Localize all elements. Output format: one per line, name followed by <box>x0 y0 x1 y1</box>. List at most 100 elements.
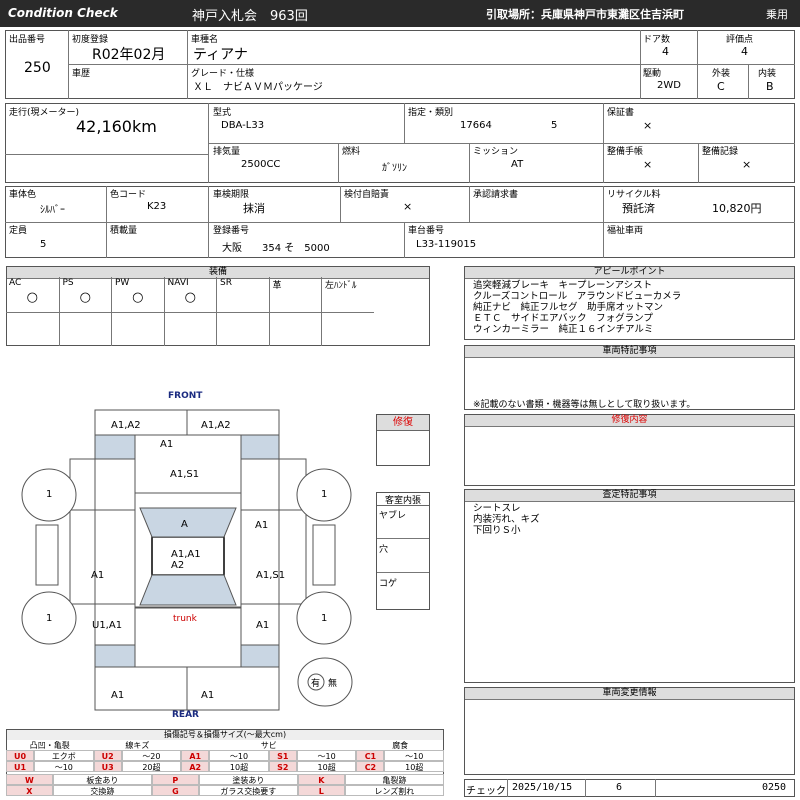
equipment-col: NAVI ○ <box>163 277 216 346</box>
lot-value: 250 <box>24 60 51 76</box>
category-label: 乗用 <box>766 8 788 21</box>
check-date: 2025/10/15 <box>512 782 573 793</box>
mark-front-right: A1,A2 <box>201 420 231 431</box>
legend-code: U2 <box>93 750 122 761</box>
pickup-location: 引取場所：兵庫県神戸市東灘区住吉浜町 <box>486 8 684 21</box>
history-label: 車歴 <box>72 69 91 79</box>
mark-right-rear-door: A1,S1 <box>256 570 286 581</box>
legend-desc: 10超 <box>209 761 269 772</box>
assessment-box: 査定特記事項 シートスレ 内装汚れ、キズ 下回りＳ小 <box>464 489 795 683</box>
tire-front-left: 1 <box>46 489 53 500</box>
colorcode-label: 色コード <box>110 190 147 200</box>
mark-rear-right: A1 <box>201 690 215 701</box>
mark-roof2: A2 <box>171 560 185 571</box>
drive-value: 2WD <box>657 80 681 91</box>
capacity-value: 5 <box>40 239 47 250</box>
mark-hood: A1,S1 <box>170 469 200 480</box>
exterior-value: C <box>717 80 725 93</box>
score-value: 4 <box>741 45 748 58</box>
header-bar: Condition Check 神戸入札会 963回 引取場所：兵庫県神戸市東灘… <box>0 0 800 27</box>
legend-desc: 〜10 <box>34 761 94 772</box>
legend-code: C2 <box>356 761 385 772</box>
tire-rear-left: 1 <box>46 613 53 624</box>
legend-code: A2 <box>181 761 210 772</box>
legend-desc: 〜10 <box>384 750 444 761</box>
color-label: 車体色 <box>9 190 37 200</box>
exterior-label: 外装 <box>712 69 731 79</box>
mark-right-front-door: A1 <box>255 520 269 531</box>
repair-marker-box: 修復 <box>376 414 430 466</box>
legend-desc: 交換跡 <box>52 785 152 796</box>
repair-content-title: 修復内容 <box>465 415 794 427</box>
equipment-col: 左ﾊﾝﾄﾞﾙ <box>321 277 374 346</box>
model-value: ティアナ <box>193 47 248 63</box>
equipment-header: PW <box>115 278 130 288</box>
mileage-label: 走行(現メーター) <box>9 108 80 118</box>
mark-right-quarter: A1 <box>256 620 270 631</box>
tire-rear-right: 1 <box>321 613 328 624</box>
appeal-line: 純正ナビ 純正フルセグ 助手席オットマン <box>473 302 664 313</box>
displacement-value: 2500CC <box>241 159 281 170</box>
warranty-value: × <box>643 119 653 132</box>
legend-desc: 〜10 <box>209 750 269 761</box>
appeal-line: ウィンカーミラー 純正１６インチアルミ <box>473 324 654 335</box>
assessment-title: 査定特記事項 <box>465 490 794 502</box>
spec-value2: 5 <box>551 120 558 131</box>
displacement-label: 排気量 <box>213 147 241 157</box>
legend-desc: レンズ割れ <box>344 785 444 796</box>
doors-value: 4 <box>662 45 669 58</box>
legend-code: U0 <box>6 750 35 761</box>
appeal-line: ＥＴＣ サイドエアバック フォグランプ <box>473 313 653 324</box>
change-info-box: 車両変更情報 <box>464 687 795 775</box>
appeal-line: クルーズコントロール アラウンドビューカメラ <box>473 291 682 302</box>
color-value: ｼﾙﾊﾞｰ <box>40 205 65 216</box>
check-num: 6 <box>616 782 623 793</box>
change-info-title: 車両変更情報 <box>465 688 794 700</box>
mark-front-center: A1 <box>160 439 174 450</box>
assessment-line: 下回りＳ小 <box>473 525 521 536</box>
fuel-value: ｶﾞｿﾘﾝ <box>382 163 407 174</box>
welfare-label: 福祉車両 <box>607 226 644 236</box>
equipment-col: SR <box>216 277 269 346</box>
legend-code: S2 <box>268 761 297 772</box>
legend-desc: エクボ <box>34 750 94 761</box>
legend-code: W <box>6 774 53 785</box>
doors-label: ドア数 <box>643 35 671 45</box>
mission-value: AT <box>511 159 524 170</box>
type-value: DBA-L33 <box>221 120 265 131</box>
assessment-line: シートスレ <box>473 503 521 514</box>
legend-code: A1 <box>181 750 210 761</box>
grade-value: ＸＬ ナビＡＶＭパッケージ <box>193 82 323 93</box>
regno-value: 大阪 354 そ 5000 <box>222 243 330 254</box>
recycle-label: リサイクル料 <box>607 190 661 200</box>
legend-code: X <box>6 785 53 796</box>
rear-label: REAR <box>172 710 199 720</box>
equipment-value: ○ <box>26 290 38 305</box>
legend-desc: 板金あり <box>52 774 152 785</box>
chassis-label: 車台番号 <box>408 226 445 236</box>
legend-desc: 10超 <box>296 761 357 772</box>
equipment-value: ○ <box>79 290 91 305</box>
legend-code: G <box>152 785 199 796</box>
brand-title: Condition Check <box>8 6 118 20</box>
spec-value1: 17664 <box>460 120 492 131</box>
selfins-value: × <box>403 200 413 213</box>
legend-code: K <box>298 774 345 785</box>
type-label: 型式 <box>213 108 232 118</box>
equipment-header: SR <box>220 278 232 288</box>
legend-desc: 〜10 <box>296 750 357 761</box>
trunk-label: trunk <box>173 614 197 624</box>
chassis-value: L33-119015 <box>416 239 477 250</box>
repair-content-box: 修復内容 <box>464 414 795 486</box>
appeal-line: 追突軽減ブレーキ キープレーンアシスト <box>473 280 653 291</box>
capacity-label: 定員 <box>9 226 28 236</box>
spare-no: 無 <box>328 679 338 689</box>
special-notes-box: 車両特記事項 ※記載のない書類・機器等は無しとして取り扱います。 <box>464 345 795 410</box>
equipment-col: PS ○ <box>58 277 111 346</box>
legend-code: U1 <box>6 761 35 772</box>
tire-front-right: 1 <box>321 489 328 500</box>
legend-title: 損傷記号＆損傷サイズ(〜最大cm) <box>7 730 443 740</box>
cabin-item-tear: ヤブレ <box>379 511 407 521</box>
equipment-header: NAVI <box>167 278 189 288</box>
warranty-label: 保証書 <box>607 108 635 118</box>
